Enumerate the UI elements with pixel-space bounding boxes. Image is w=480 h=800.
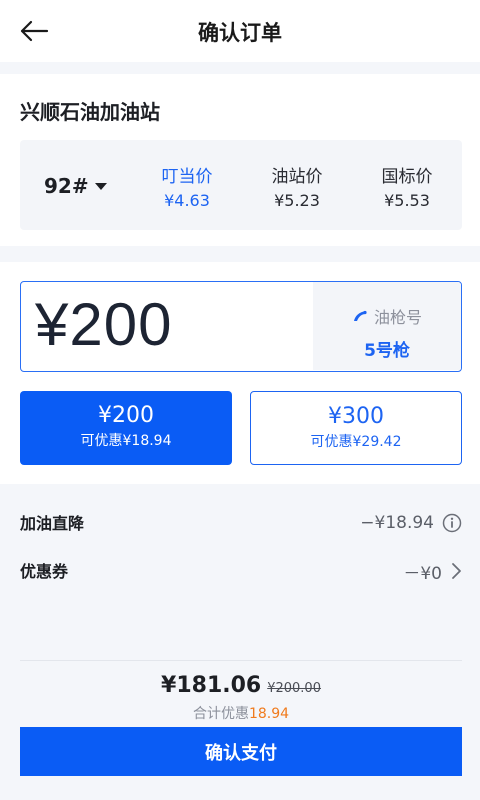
price-value: ¥5.53: [384, 191, 430, 210]
coupon-right: －¥0: [403, 556, 462, 586]
preset-discount: 可优惠¥29.42: [310, 434, 402, 450]
info-icon[interactable]: [442, 513, 462, 533]
caret-down-icon: [94, 183, 107, 190]
price-station: 油站价 ¥5.23: [242, 162, 352, 210]
confirm-pay-button[interactable]: 确认支付: [20, 727, 462, 776]
app-header: 确认订单: [0, 0, 480, 62]
price-label: 油站价: [271, 167, 323, 187]
nozzle-value: 5号枪: [364, 341, 410, 361]
chevron-right-icon: [452, 563, 461, 579]
preset-300-button[interactable]: ¥300 可优惠¥29.42: [250, 391, 462, 465]
price-label: 叮当价: [161, 167, 213, 187]
direct-discount-label: 加油直降: [20, 514, 85, 533]
nozzle-label-row: 油枪号: [313, 304, 461, 328]
nozzle-select[interactable]: 油枪号 5号枪: [313, 282, 461, 370]
preset-200-button[interactable]: ¥200 可优惠¥18.94: [20, 391, 232, 465]
original-price: ¥200.00: [267, 681, 321, 696]
direct-discount-value: −¥18.94: [360, 513, 434, 533]
coupon-row[interactable]: 优惠券 －¥0: [20, 556, 462, 586]
direct-discount-right: −¥18.94: [360, 508, 462, 538]
direct-discount-row: 加油直降 −¥18.94: [20, 508, 462, 538]
price-value: ¥4.63: [164, 191, 210, 210]
fuel-type-select[interactable]: 92#: [44, 174, 107, 198]
price-label: 国标价: [381, 167, 433, 187]
order-summary: ¥181.06 ¥200.00 合计优惠18.94 确认支付: [20, 660, 462, 800]
station-card: 兴顺石油加油站 92# 叮当价 ¥4.63 油站价 ¥5.23 国标价 ¥5.5…: [0, 74, 480, 246]
total-discount-prefix: 合计优惠: [192, 706, 249, 722]
total-price: ¥181.06: [161, 673, 262, 698]
price-dingdang: 叮当价 ¥4.63: [132, 162, 242, 210]
amount-value: ¥200: [35, 291, 173, 358]
preset-amount: ¥300: [328, 404, 384, 429]
price-value: ¥5.23: [274, 191, 320, 210]
total-discount: 合计优惠18.94: [20, 703, 462, 723]
coupon-label: 优惠券: [20, 562, 69, 581]
fuel-nozzle-icon: [353, 310, 367, 321]
total-row: ¥181.06 ¥200.00: [20, 673, 462, 698]
total-discount-amount: 18.94: [248, 706, 290, 722]
fuel-type-label: 92#: [44, 174, 89, 198]
price-national: 国标价 ¥5.53: [352, 162, 462, 210]
price-box: 92# 叮当价 ¥4.63 油站价 ¥5.23 国标价 ¥5.53: [20, 140, 462, 230]
amount-input[interactable]: ¥200 油枪号 5号枪: [20, 281, 462, 372]
preset-amount: ¥200: [98, 403, 154, 428]
amount-section: ¥200 油枪号 5号枪 ¥200 可优惠¥18.94 ¥300 可优惠¥29.…: [0, 262, 480, 484]
coupon-value: －¥0: [403, 563, 442, 584]
station-name: 兴顺石油加油站: [20, 100, 160, 124]
nozzle-label: 油枪号: [373, 308, 422, 327]
preset-discount: 可优惠¥18.94: [80, 433, 172, 449]
discount-section: 加油直降 −¥18.94 优惠券 －¥0: [0, 484, 480, 660]
page-title: 确认订单: [198, 21, 282, 45]
